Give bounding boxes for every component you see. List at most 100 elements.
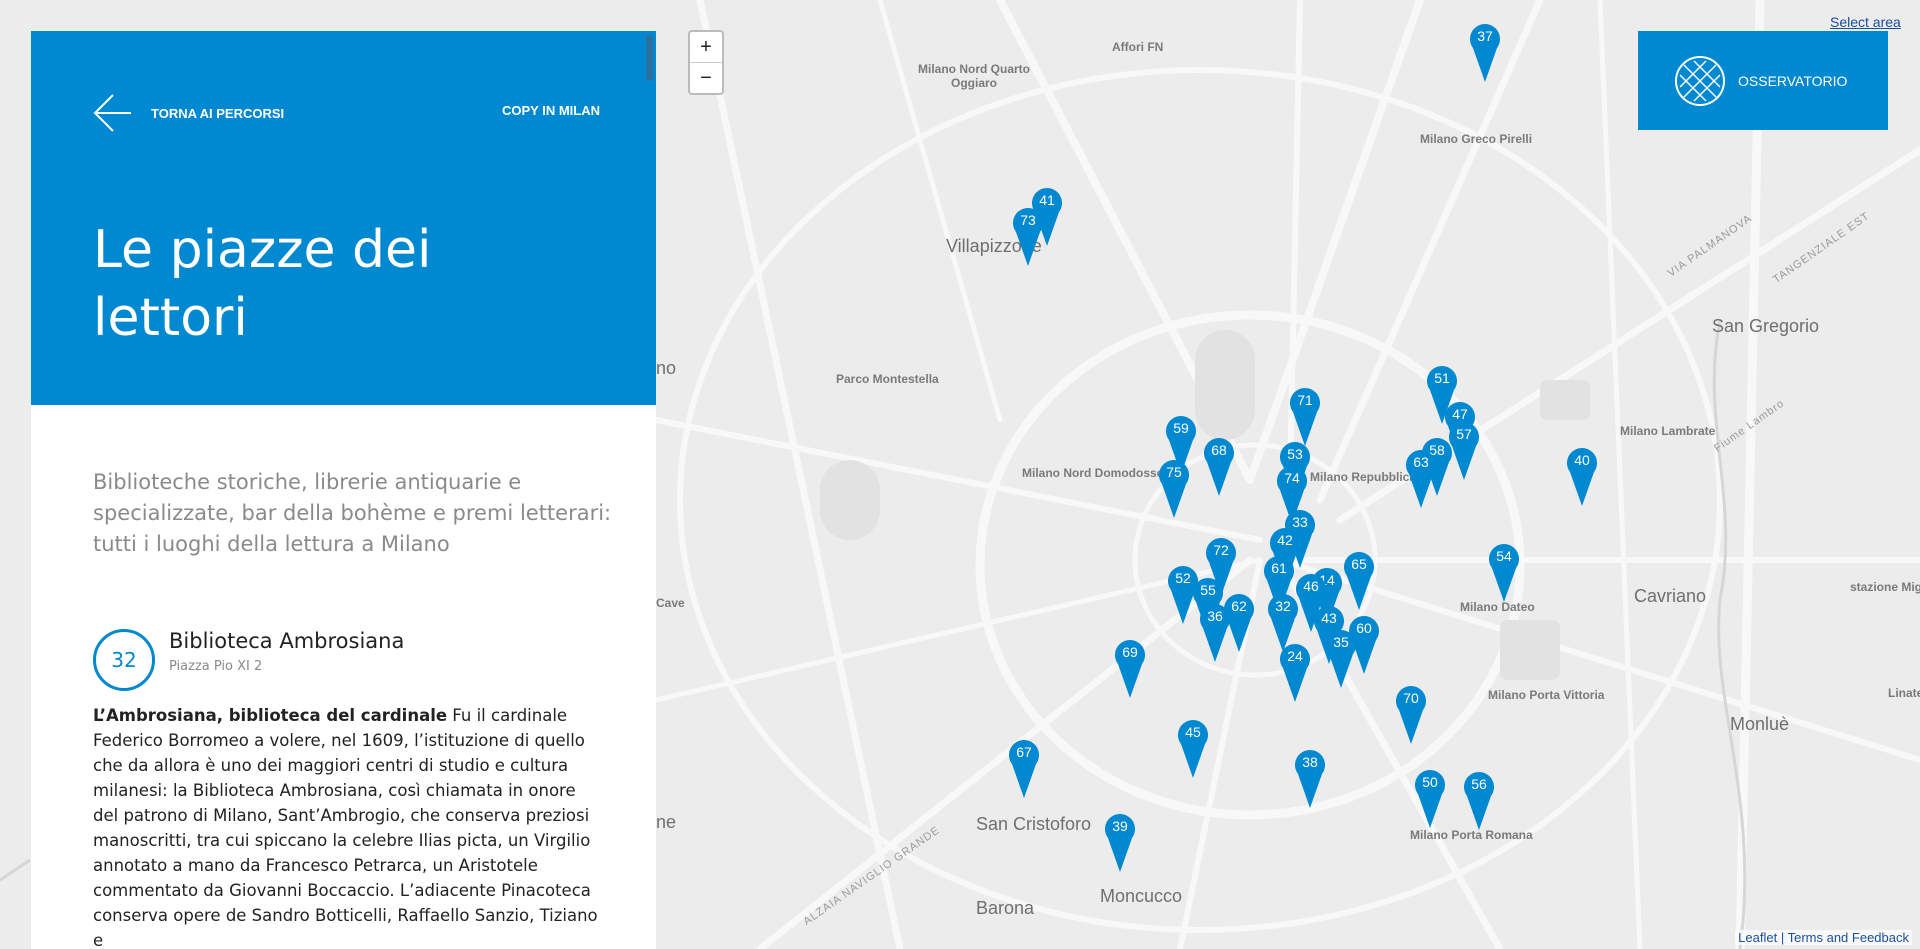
map-marker-59[interactable]: 59 bbox=[1166, 414, 1196, 474]
marker-number: 35 bbox=[1333, 634, 1349, 650]
place-label: Monluè bbox=[1730, 714, 1790, 734]
back-to-routes-button[interactable]: TORNA AI PERCORSI bbox=[93, 93, 284, 133]
map-marker-75[interactable]: 75 bbox=[1159, 458, 1189, 518]
map-marker-65[interactable]: 65 bbox=[1344, 550, 1374, 610]
map-marker-69[interactable]: 69 bbox=[1115, 638, 1145, 698]
map-marker-32[interactable]: 32 bbox=[1268, 592, 1298, 652]
marker-number: 63 bbox=[1413, 454, 1429, 470]
location-name: Biblioteca Ambrosiana bbox=[169, 629, 405, 653]
marker-number: 75 bbox=[1166, 464, 1182, 480]
marker-number: 68 bbox=[1211, 442, 1227, 458]
map-marker-57[interactable]: 57 bbox=[1449, 420, 1479, 480]
page-title: Le piazze dei lettori bbox=[93, 220, 432, 348]
location-number-badge: 32 bbox=[93, 629, 155, 691]
map-marker-36[interactable]: 36 bbox=[1200, 602, 1230, 662]
place-label: Milano Porta Vittoria bbox=[1488, 688, 1605, 702]
place-label: Linate bbox=[1888, 686, 1920, 700]
place-label: Milano Lambrate bbox=[1620, 424, 1716, 438]
place-label: ne bbox=[656, 812, 677, 832]
map-marker-38[interactable]: 38 bbox=[1295, 748, 1325, 808]
osservatorio-label: OSSERVATORIO bbox=[1738, 72, 1848, 89]
map-marker-63[interactable]: 63 bbox=[1406, 448, 1436, 508]
attribution-separator: | bbox=[1777, 930, 1788, 945]
globe-icon bbox=[1675, 55, 1725, 106]
marker-number: 43 bbox=[1321, 610, 1337, 626]
copy-in-milan-link[interactable]: COPY IN MILAN bbox=[502, 103, 600, 118]
place-label: Parco Montestella bbox=[836, 372, 939, 386]
place-label: Milano Porta Romana bbox=[1410, 828, 1533, 842]
description-text: Fu il cardinale Federico Borromeo a vole… bbox=[93, 706, 598, 949]
place-label: San Cristoforo bbox=[976, 814, 1092, 834]
description-lead: L’Ambrosiana, biblioteca del cardinale bbox=[93, 706, 448, 725]
map-marker-35[interactable]: 35 bbox=[1326, 628, 1356, 688]
marker-number: 56 bbox=[1471, 776, 1487, 792]
zoom-out-button[interactable]: − bbox=[690, 62, 722, 93]
marker-number: 24 bbox=[1287, 648, 1303, 664]
marker-number: 72 bbox=[1213, 542, 1229, 558]
place-label: Cavriano bbox=[1634, 586, 1707, 606]
place-label: Milano Nord Domodossola bbox=[1022, 466, 1175, 480]
marker-number: 59 bbox=[1173, 420, 1189, 436]
marker-number: 67 bbox=[1016, 744, 1032, 760]
map-marker-74[interactable]: 74 bbox=[1277, 464, 1307, 524]
marker-number: 45 bbox=[1185, 724, 1201, 740]
osservatorio-button[interactable]: OSSERVATORIO bbox=[1638, 31, 1888, 130]
marker-number: 32 bbox=[1275, 598, 1291, 614]
terms-link[interactable]: Terms and Feedback bbox=[1788, 930, 1909, 945]
place-label: San Gregorio bbox=[1712, 316, 1820, 336]
map-marker-72[interactable]: 72 bbox=[1206, 536, 1236, 596]
map-marker-39[interactable]: 39 bbox=[1105, 812, 1135, 872]
zoom-in-button[interactable]: + bbox=[690, 32, 722, 62]
map-marker-67[interactable]: 67 bbox=[1009, 738, 1039, 798]
location-entry[interactable]: 32 Biblioteca Ambrosiana Piazza Pio XI 2 bbox=[93, 629, 404, 691]
map-attribution: Leaflet | Terms and Feedback bbox=[1735, 930, 1912, 945]
marker-number: 74 bbox=[1284, 470, 1300, 486]
place-label: Milano Nord Quarto Oggiaro bbox=[918, 62, 1030, 90]
map-marker-50[interactable]: 50 bbox=[1415, 768, 1445, 828]
place-label: Milano Greco Pirelli bbox=[1420, 132, 1533, 146]
marker-number: 55 bbox=[1200, 582, 1216, 598]
map-marker-45[interactable]: 45 bbox=[1178, 718, 1208, 778]
marker-number: 70 bbox=[1403, 690, 1419, 706]
place-label: Milano Repubblica bbox=[1310, 470, 1417, 484]
marker-number: 54 bbox=[1496, 548, 1512, 564]
marker-number: 46 bbox=[1303, 578, 1319, 594]
marker-number: 61 bbox=[1271, 560, 1287, 576]
leaflet-link[interactable]: Leaflet bbox=[1738, 930, 1777, 945]
map-marker-68[interactable]: 68 bbox=[1204, 436, 1234, 496]
marker-number: 39 bbox=[1112, 818, 1128, 834]
marker-number: 71 bbox=[1297, 392, 1313, 408]
marker-number: 51 bbox=[1434, 370, 1450, 386]
map-marker-56[interactable]: 56 bbox=[1464, 770, 1494, 830]
map-marker-54[interactable]: 54 bbox=[1489, 542, 1519, 602]
marker-number: 65 bbox=[1351, 556, 1367, 572]
location-address: Piazza Pio XI 2 bbox=[169, 659, 263, 674]
location-number: 32 bbox=[111, 648, 137, 672]
place-label: no bbox=[656, 358, 677, 378]
marker-number: 53 bbox=[1287, 446, 1303, 462]
map-marker-73[interactable]: 73 bbox=[1013, 206, 1043, 266]
map-marker-37[interactable]: 37 bbox=[1470, 22, 1500, 82]
panel-header: TORNA AI PERCORSI COPY IN MILAN Le piazz… bbox=[31, 31, 656, 405]
marker-number: 57 bbox=[1456, 426, 1472, 442]
place-label: Cave bbox=[656, 596, 685, 610]
zoom-control: + − bbox=[688, 30, 724, 95]
map-marker-40[interactable]: 40 bbox=[1567, 446, 1597, 506]
map-marker-70[interactable]: 70 bbox=[1396, 684, 1426, 744]
scrollbar-thumb[interactable] bbox=[646, 35, 653, 81]
marker-number: 42 bbox=[1277, 532, 1293, 548]
place-label: Milano Dateo bbox=[1460, 600, 1535, 614]
marker-number: 50 bbox=[1422, 774, 1438, 790]
route-panel[interactable]: TORNA AI PERCORSI COPY IN MILAN Le piazz… bbox=[31, 31, 656, 949]
marker-number: 73 bbox=[1020, 212, 1036, 228]
map-marker-24[interactable]: 24 bbox=[1280, 642, 1310, 702]
location-description: L’Ambrosiana, biblioteca del cardinale F… bbox=[93, 703, 603, 949]
marker-number: 40 bbox=[1574, 452, 1590, 468]
select-area-link[interactable]: Select area bbox=[1830, 14, 1901, 30]
map-marker-71[interactable]: 71 bbox=[1290, 386, 1320, 446]
place-label: Barona bbox=[976, 898, 1035, 918]
place-label: Affori FN bbox=[1112, 40, 1164, 54]
marker-number: 69 bbox=[1122, 644, 1138, 660]
route-intro: Biblioteche storiche, librerie antiquari… bbox=[93, 470, 612, 556]
marker-number: 37 bbox=[1477, 28, 1493, 44]
